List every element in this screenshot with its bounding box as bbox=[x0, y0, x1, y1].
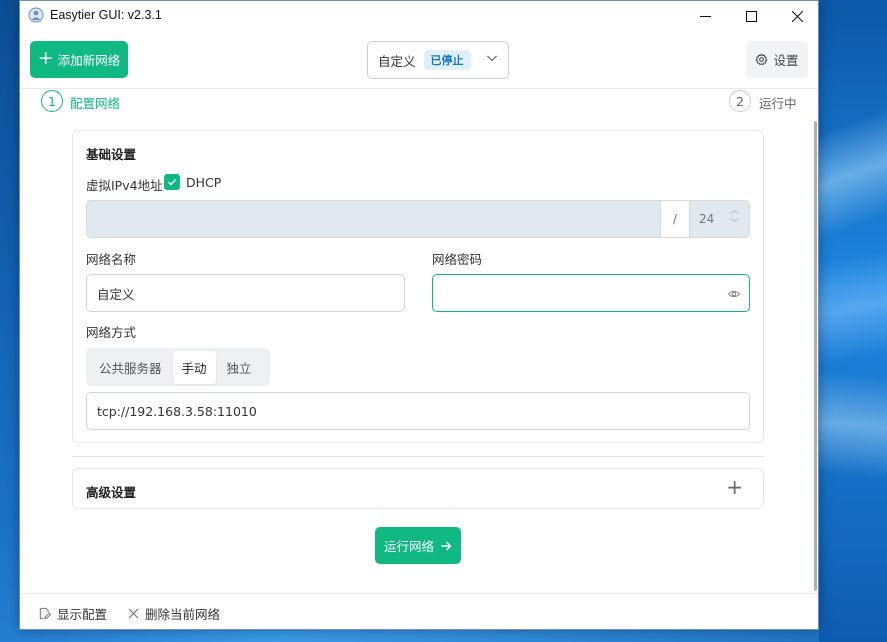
mode-public-server[interactable]: 公共服务器 bbox=[90, 351, 171, 384]
gear-icon bbox=[755, 53, 768, 66]
settings-label: 设置 bbox=[773, 53, 799, 68]
ipv4-mask-input[interactable]: 24 ︿ ﹀ bbox=[690, 201, 749, 237]
ipv4-address-input[interactable] bbox=[87, 201, 660, 237]
advanced-settings-title: 高级设置 bbox=[86, 485, 137, 500]
network-select[interactable]: 自定义 已停止 bbox=[367, 41, 509, 79]
run-network-button[interactable]: 运行网络 bbox=[375, 527, 461, 564]
vertical-scrollbar[interactable] bbox=[814, 121, 817, 591]
basic-settings-panel: 基础设置 虚拟IPv4地址 DHCP / 24 ︿ ﹀ 网络名称 自定义 网络密… bbox=[72, 130, 764, 443]
step-2-indicator: 2 bbox=[729, 90, 751, 112]
close-icon bbox=[791, 10, 803, 22]
title-bar[interactable]: Easytier GUI: v2.3.1 bbox=[20, 1, 818, 31]
minimize-icon bbox=[699, 15, 711, 17]
window-title: Easytier GUI: v2.3.1 bbox=[50, 8, 162, 22]
ipv4-input-group: / 24 ︿ ﹀ bbox=[86, 200, 750, 238]
desktop-wallpaper-rays bbox=[819, 0, 887, 642]
mask-spinner[interactable]: ︿ ﹀ bbox=[730, 205, 739, 231]
eye-icon[interactable] bbox=[727, 287, 741, 301]
footer-bar: 显示配置 删除当前网络 bbox=[20, 593, 818, 630]
maximize-icon bbox=[745, 10, 757, 22]
network-name-label: 网络名称 bbox=[86, 252, 137, 267]
close-button[interactable] bbox=[774, 1, 820, 31]
app-window: Easytier GUI: v2.3.1 + 添加新网络 自定义 已停止 设置 bbox=[19, 0, 819, 630]
mode-manual[interactable]: 手动 bbox=[172, 350, 216, 384]
network-mode-label: 网络方式 bbox=[86, 325, 137, 340]
ipv4-slash: / bbox=[660, 201, 690, 237]
expand-plus-icon[interactable]: + bbox=[726, 477, 743, 497]
spin-down-icon[interactable]: ﹀ bbox=[730, 218, 739, 231]
show-config-button[interactable]: 显示配置 bbox=[38, 604, 107, 623]
plus-icon: + bbox=[37, 47, 54, 69]
add-network-button[interactable]: + 添加新网络 bbox=[30, 41, 128, 78]
dhcp-checkbox[interactable] bbox=[164, 174, 180, 190]
minimize-button[interactable] bbox=[682, 1, 728, 31]
network-name-value: 自定义 bbox=[97, 286, 135, 302]
advanced-settings-panel[interactable]: 高级设置 + bbox=[72, 468, 764, 509]
peer-url-input[interactable]: tcp://192.168.3.58:11010 bbox=[86, 392, 750, 430]
status-badge: 已停止 bbox=[423, 50, 471, 70]
section-divider bbox=[72, 456, 764, 457]
stepper: 1 配置网络 2 运行中 bbox=[20, 90, 818, 114]
step-2-label: 运行中 bbox=[759, 96, 797, 111]
app-icon bbox=[28, 7, 44, 23]
delete-network-label: 删除当前网络 bbox=[145, 607, 221, 622]
selected-network-name: 自定义 bbox=[378, 53, 416, 69]
dhcp-label: DHCP bbox=[186, 175, 222, 190]
maximize-button[interactable] bbox=[728, 1, 774, 31]
x-icon bbox=[128, 608, 139, 619]
step-1-label: 配置网络 bbox=[70, 96, 121, 111]
basic-settings-title: 基础设置 bbox=[86, 147, 137, 162]
network-mode-selector: 公共服务器 手动 独立 bbox=[86, 348, 270, 386]
chevron-down-icon bbox=[487, 55, 497, 62]
ipv4-label: 虚拟IPv4地址 bbox=[86, 178, 163, 193]
spin-up-icon[interactable]: ︿ bbox=[730, 205, 739, 218]
arrow-right-icon bbox=[441, 540, 452, 551]
add-network-label: 添加新网络 bbox=[57, 53, 121, 68]
settings-button[interactable]: 设置 bbox=[746, 41, 808, 78]
mode-standalone[interactable]: 独立 bbox=[218, 351, 261, 384]
delete-network-button[interactable]: 删除当前网络 bbox=[128, 604, 220, 623]
edit-file-icon bbox=[39, 607, 51, 620]
network-password-input[interactable] bbox=[432, 274, 750, 312]
peer-url-value: tcp://192.168.3.58:11010 bbox=[97, 403, 257, 419]
top-toolbar: + 添加新网络 自定义 已停止 设置 bbox=[20, 31, 818, 89]
network-name-input[interactable]: 自定义 bbox=[86, 274, 405, 312]
show-config-label: 显示配置 bbox=[57, 607, 108, 622]
run-network-label: 运行网络 bbox=[383, 539, 434, 554]
ipv4-mask-value: 24 bbox=[699, 212, 715, 226]
check-icon bbox=[167, 178, 177, 186]
network-password-label: 网络密码 bbox=[432, 252, 483, 267]
step-1-indicator: 1 bbox=[41, 90, 63, 112]
